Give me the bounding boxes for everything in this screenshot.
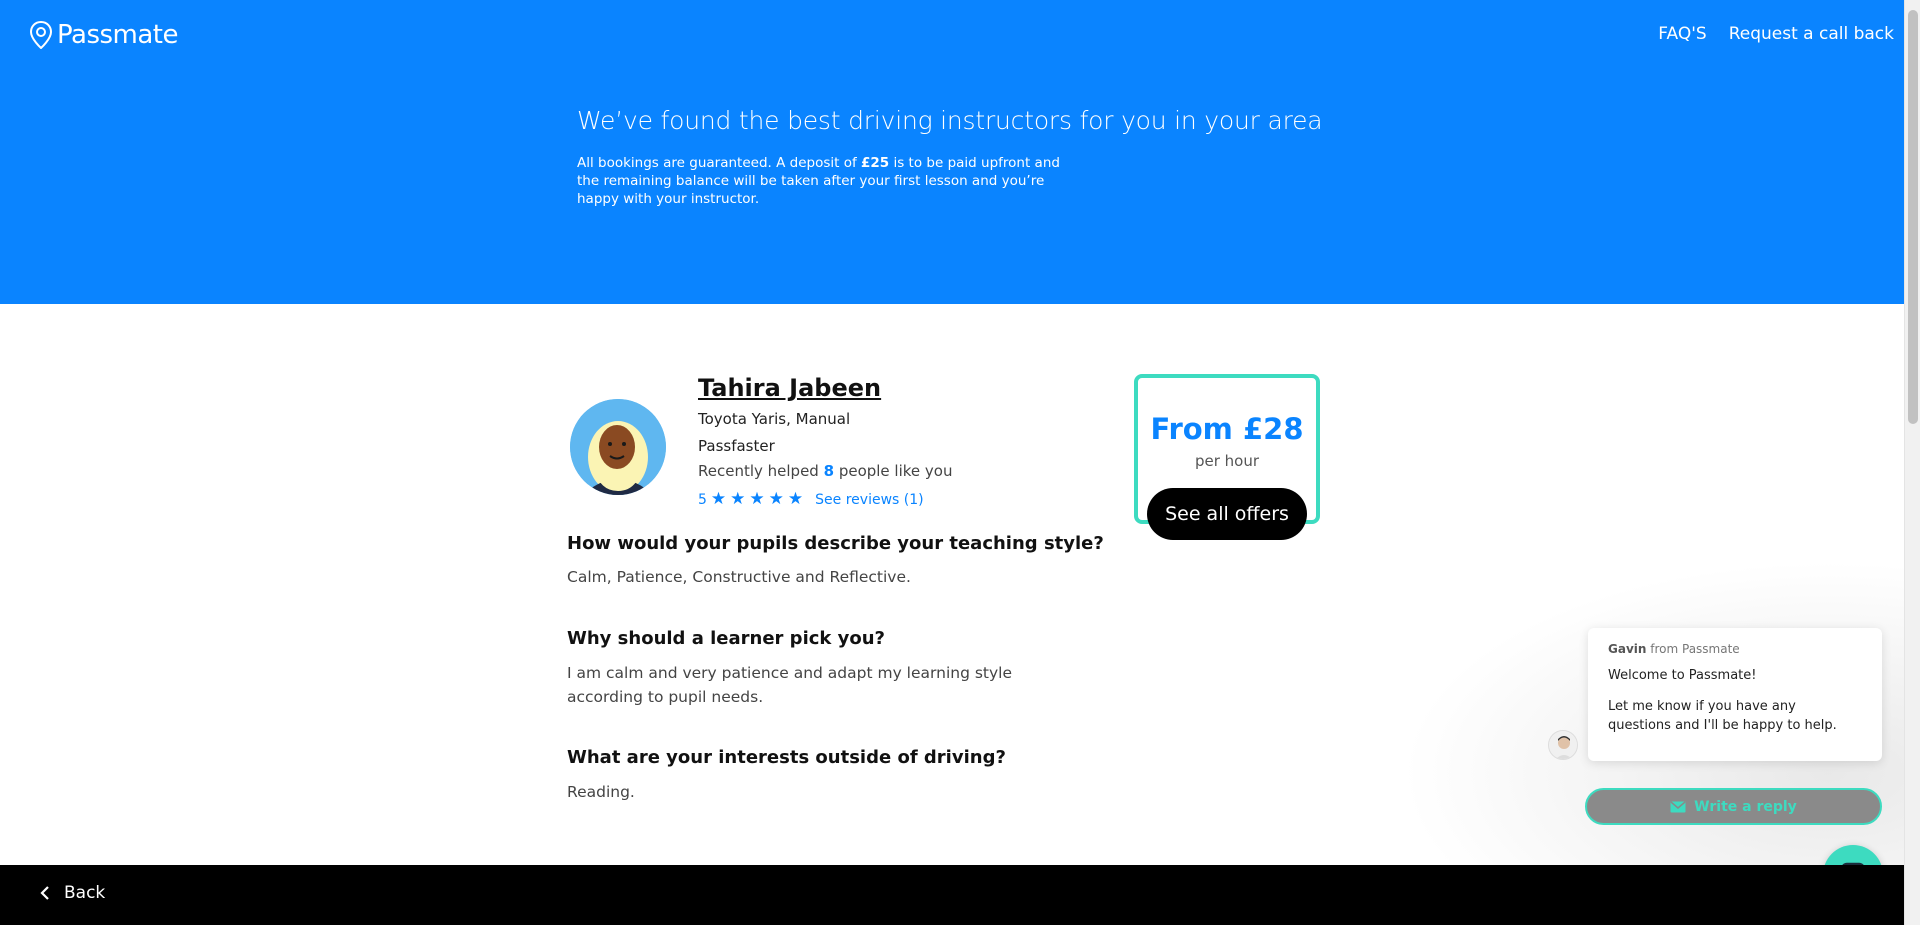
chat-message: Let me know if you have any questions an… [1608, 699, 1837, 733]
rating-stars: ★ ★ ★ ★ ★ [711, 491, 803, 508]
chat-agent-avatar [1548, 730, 1578, 760]
rating-row: 5 ★ ★ ★ ★ ★ See reviews (1) [698, 491, 924, 508]
instructor-name-link[interactable]: Tahira Jabeen [698, 374, 881, 402]
instructor-illustration [570, 399, 666, 495]
answer-teaching-style: Calm, Patience, Constructive and Reflect… [567, 568, 911, 586]
see-all-offers-button[interactable]: See all offers [1147, 488, 1307, 540]
question-why-pick: Why should a learner pick you? [567, 628, 885, 649]
scrollbar-thumb[interactable] [1908, 10, 1918, 424]
question-teaching-style: How would your pupils describe your teac… [567, 533, 1104, 554]
nav-request-callback-link[interactable]: Request a call back [1729, 24, 1894, 44]
booking-description: All bookings are guaranteed. A deposit o… [577, 154, 1077, 208]
write-reply-label: Write a reply [1694, 798, 1797, 815]
chat-greeting: Welcome to Passmate! [1608, 668, 1757, 683]
page-title: We’ve found the best driving instructors… [577, 106, 1323, 135]
helped-count: 8 [823, 462, 835, 480]
chat-agent-from: from Passmate [1646, 642, 1740, 656]
helped-suffix: people like you [834, 462, 953, 480]
star-icon: ★ [768, 489, 784, 509]
price-unit: per hour [1194, 452, 1260, 470]
location-pin-icon [29, 21, 53, 49]
back-label: Back [64, 883, 106, 903]
chat-message-card[interactable]: Gavin from Passmate Welcome to Passmate!… [1588, 628, 1882, 761]
back-button[interactable]: Back [40, 883, 105, 903]
answer-why-pick: I am calm and very patience and adapt my… [567, 664, 1013, 706]
chevron-left-icon [40, 886, 49, 900]
page-scrollbar[interactable] [1904, 0, 1920, 925]
instructor-avatar [570, 399, 666, 495]
star-icon: ★ [787, 489, 804, 509]
helped-count-text: Recently helped 8 people like you [698, 462, 952, 480]
instructor-car: Toyota Yaris, Manual [698, 410, 851, 428]
top-nav: FAQ'S Request a call back [1658, 24, 1894, 44]
envelope-icon [1670, 800, 1686, 812]
price-from: From £28 [1150, 412, 1304, 446]
footer-bar: Back [0, 865, 1904, 925]
star-icon: ★ [730, 489, 746, 509]
write-reply-button[interactable]: Write a reply [1585, 788, 1882, 825]
see-reviews-link[interactable]: See reviews (1) [815, 492, 923, 508]
answer-interests: Reading. [567, 783, 635, 801]
star-icon: ★ [710, 489, 727, 509]
logo-text: Passmate [57, 20, 179, 50]
star-icon: ★ [749, 489, 765, 509]
instructor-school: Passfaster [698, 437, 775, 455]
passmate-logo[interactable]: Passmate [29, 20, 179, 50]
chat-agent-name: Gavin [1608, 642, 1647, 656]
nav-faqs-link[interactable]: FAQ'S [1658, 24, 1706, 44]
chat-sender: Gavin from Passmate [1608, 642, 1862, 656]
question-interests: What are your interests outside of drivi… [567, 747, 1006, 768]
booking-description-text: All bookings are guaranteed. A deposit o… [577, 155, 861, 171]
rating-value: 5 [698, 491, 707, 508]
helped-prefix: Recently helped [698, 462, 824, 480]
hero-banner: Passmate FAQ'S Request a call back We’ve… [0, 0, 1904, 304]
deposit-amount: £25 [861, 155, 890, 171]
